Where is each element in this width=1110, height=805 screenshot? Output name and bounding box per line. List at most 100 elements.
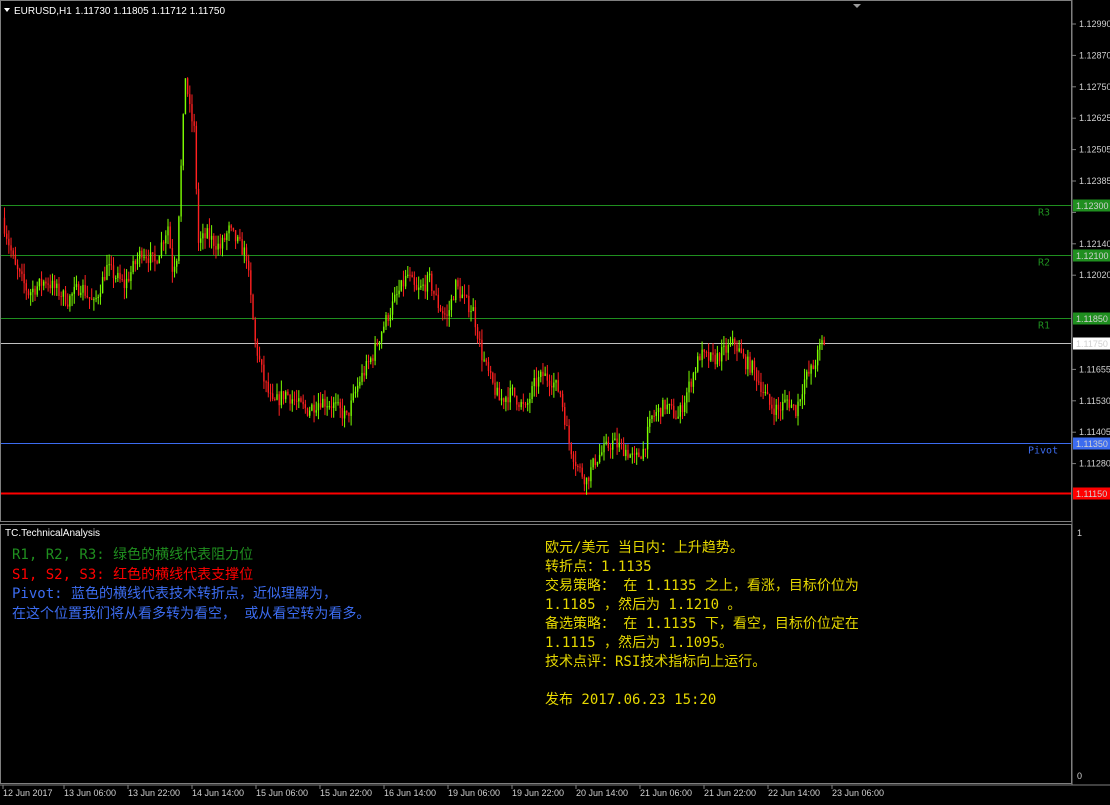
candle-bear [252, 294, 254, 320]
candle-bear [232, 227, 235, 231]
candle-bull [237, 236, 239, 242]
candle-bear [154, 253, 156, 262]
current-price-tag: 1.11750 [1076, 339, 1108, 349]
candle-bull [370, 358, 372, 362]
candle-bull [448, 310, 450, 316]
price-chart[interactable]: R3 1.12300 R2 1.12100 R1 1.11850 Pivot 1.11350 1… [0, 0, 1110, 801]
candle-bull [276, 394, 278, 400]
candle-bull [206, 228, 208, 239]
candle-bull [646, 426, 649, 450]
analysis-trend: 欧元/美元 当日内：上升趋势。 [545, 540, 744, 556]
candle-bull [32, 288, 34, 293]
candle-bull [511, 387, 514, 389]
candle-bear [293, 399, 296, 401]
y-tick-label: 1.11405 [1079, 427, 1110, 437]
candle-bull [328, 406, 331, 408]
level-price-tag: 1.11150 [1076, 489, 1107, 499]
candle-bull [352, 393, 354, 401]
candle-bull [165, 235, 167, 244]
candle-bear [104, 277, 106, 280]
candle-bull [727, 344, 729, 353]
candle-bear [16, 264, 19, 270]
candle-bear [745, 356, 747, 370]
candle-bear [110, 264, 113, 266]
candle-bear [487, 361, 490, 371]
candle-bear [289, 394, 291, 404]
candle-bear [145, 256, 147, 259]
candle-bear [479, 338, 481, 340]
candle-bear [230, 225, 232, 228]
candle-bull [810, 365, 812, 374]
candle-bear [213, 235, 215, 246]
candle-bear [219, 243, 222, 249]
candle-bull [160, 242, 163, 257]
candle-bull [335, 402, 337, 404]
candle-bull [655, 412, 658, 416]
candle-bear [123, 279, 126, 289]
candle-bear [444, 313, 446, 315]
candle-bull [359, 381, 361, 386]
candle-bull [529, 399, 531, 404]
candle-bear [622, 443, 625, 457]
candle-bear [788, 399, 790, 408]
candle-bull [291, 399, 293, 404]
candle-bull [686, 392, 688, 403]
candle-bull [797, 401, 799, 417]
candle-bull [149, 252, 152, 263]
candle-bear [760, 382, 762, 392]
y-tick-label: 1.12385 [1079, 176, 1110, 186]
candle-bear [489, 370, 492, 373]
candle-bear [121, 279, 123, 281]
candle-bull [82, 284, 84, 293]
candle-bull [69, 295, 71, 307]
candle-bear [564, 407, 566, 425]
candle-bull [356, 385, 359, 392]
candle-bear [492, 372, 494, 383]
candle-bull [396, 294, 398, 296]
candle-bear [581, 467, 583, 477]
candle-bull [527, 403, 529, 405]
candle-bull [51, 280, 54, 289]
candle-bull [694, 371, 697, 374]
candle-bear [241, 239, 243, 255]
candle-bull [311, 404, 313, 411]
candle-bull [385, 315, 387, 327]
candle-bear [579, 466, 581, 468]
candle-bull [683, 402, 686, 413]
candle-bull [136, 258, 139, 265]
candle-bull [764, 391, 767, 393]
candle-bear [518, 404, 520, 408]
candle-bear [437, 294, 440, 309]
candle-bear [766, 391, 769, 395]
legend-support: S1, S2, S3: 红色的横线代表支撑位 [12, 566, 253, 583]
candle-bull [585, 477, 588, 485]
candle-bull [461, 294, 463, 299]
candle-bear [162, 242, 165, 244]
candle-bull [426, 275, 429, 292]
candle-bear [638, 452, 640, 457]
candle-bear [699, 356, 701, 361]
candle-bear [463, 294, 466, 296]
candle-bull [350, 400, 352, 416]
candle-bear [755, 369, 758, 382]
candle-bear [267, 381, 269, 393]
candle-bull [688, 381, 690, 393]
candle-bear [792, 404, 795, 406]
candle-bear [409, 274, 411, 276]
candle-bear [339, 402, 341, 409]
candle-bear [439, 308, 442, 312]
candle-bull [130, 272, 132, 281]
x-tick-label: 14 Jun 14:00 [192, 788, 244, 798]
candle-bear [465, 295, 468, 297]
candle-bear [239, 236, 241, 240]
candle-bull [531, 386, 533, 400]
candle-bear [282, 391, 285, 400]
candle-bear [441, 311, 444, 314]
candle-bull [500, 398, 503, 401]
candle-bull [404, 276, 407, 287]
y-tick-label: 1.12990 [1079, 19, 1110, 29]
analysis-alternative-targets: 1.1115 ，然后为 1.1095。 [545, 634, 733, 651]
candle-bull [636, 452, 638, 455]
candle-bull [29, 292, 32, 296]
candle-bear [712, 352, 714, 355]
